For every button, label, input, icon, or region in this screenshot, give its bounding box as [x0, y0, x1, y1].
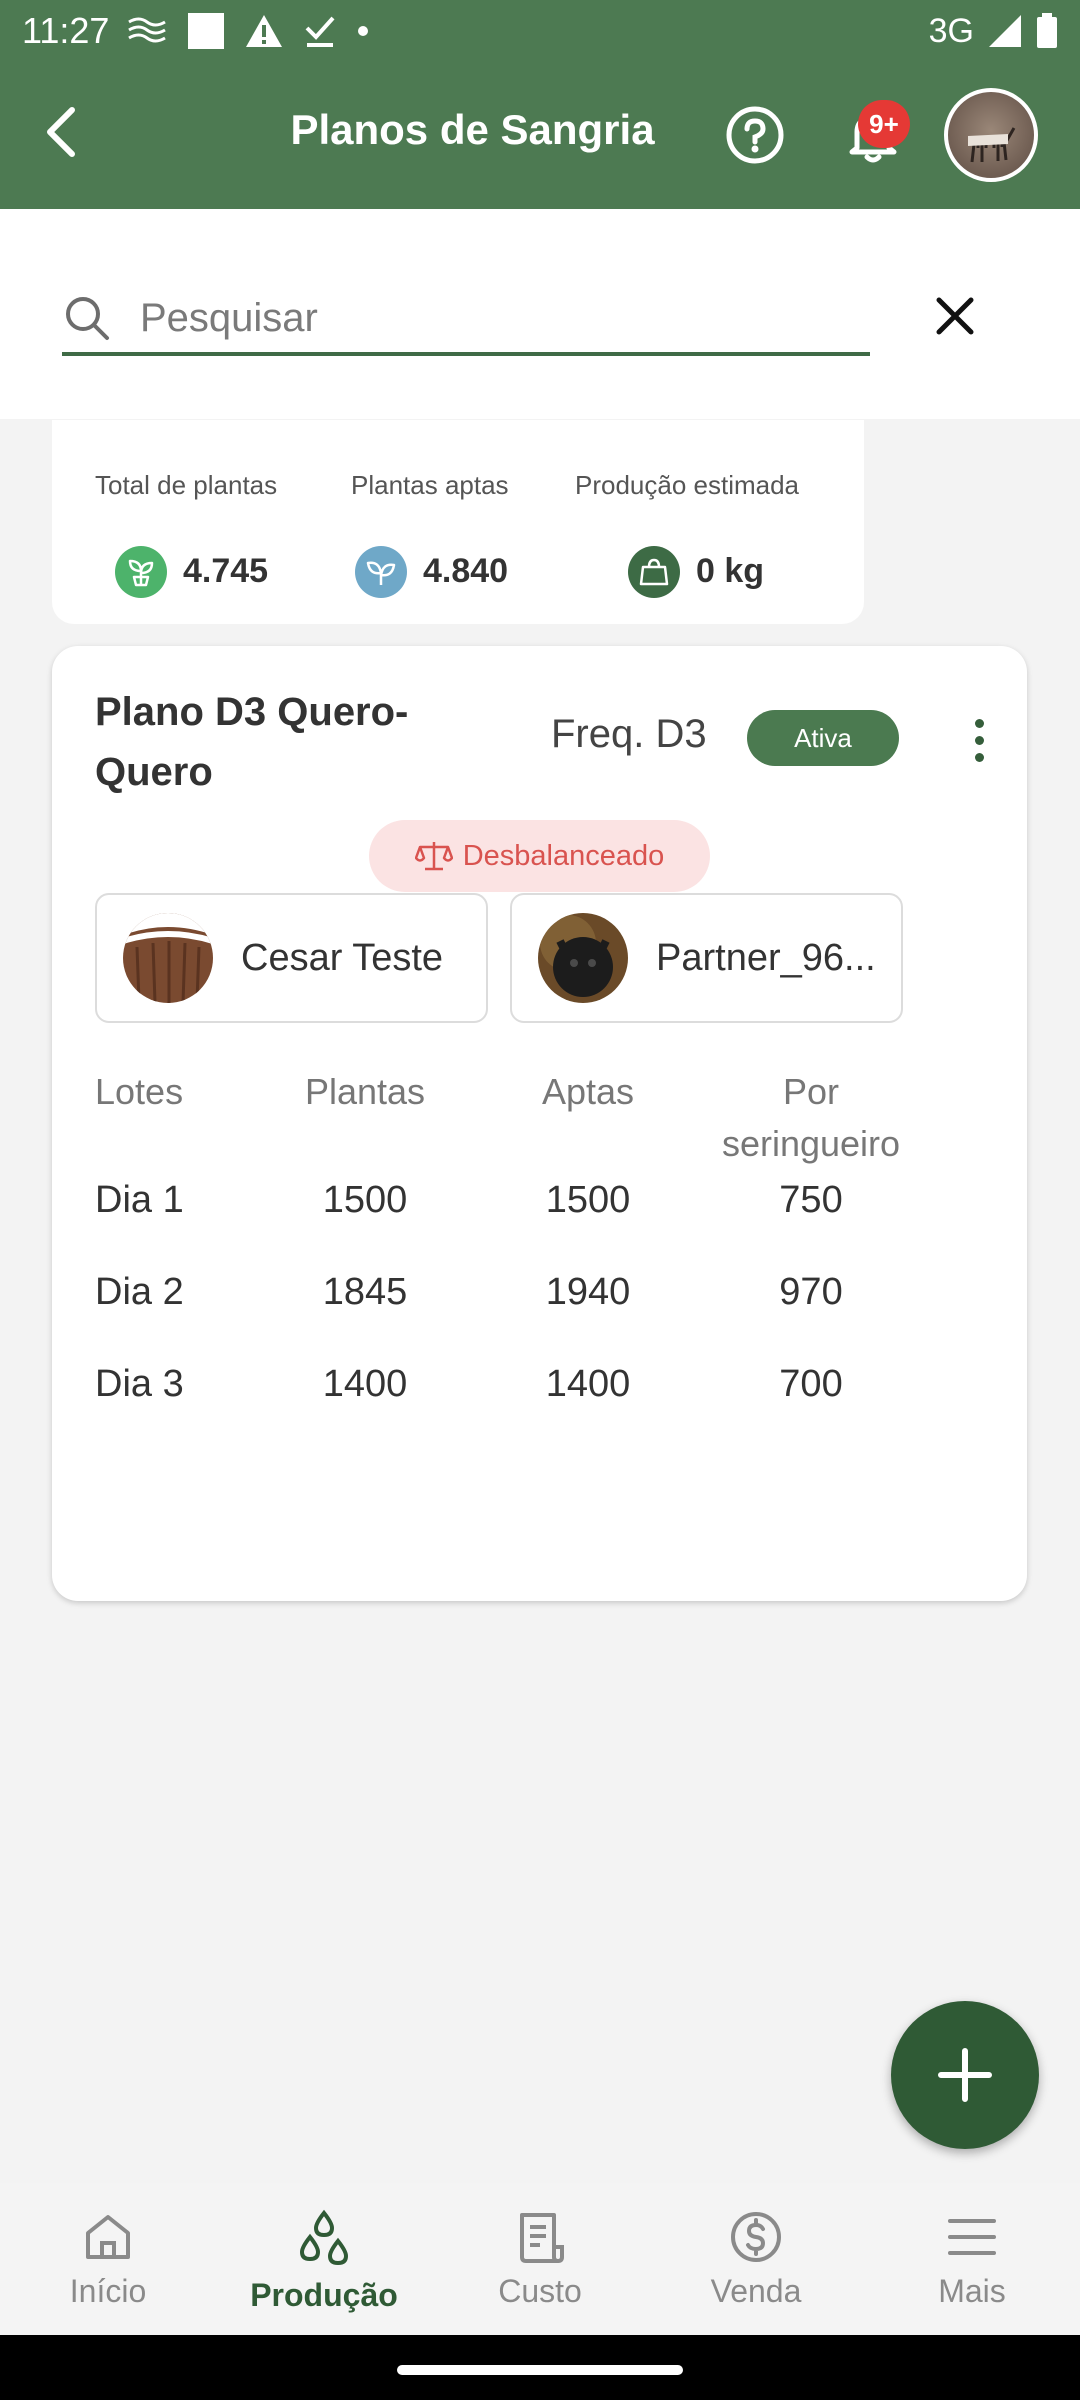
sprout-icon	[115, 546, 167, 598]
nav-label: Venda	[710, 2273, 802, 2309]
help-circle-icon	[726, 106, 784, 164]
stat-label: Produção estimada	[575, 470, 800, 500]
nav-item-producao[interactable]: Produção	[216, 2183, 432, 2335]
cell-signal-icon	[989, 15, 1021, 47]
bottom-navigation: Início Produção Custo Venda Mais	[0, 2183, 1080, 2335]
plus-icon	[938, 2048, 992, 2102]
nav-label: Início	[69, 2273, 147, 2309]
more-options-button[interactable]	[954, 708, 1004, 772]
table-header-row: Lotes Plantas Aptas Por seringueiro	[95, 1066, 995, 1174]
table-cell: 1400	[545, 1363, 631, 1405]
system-navigation-bar	[0, 2335, 1080, 2400]
table-cell: 970	[779, 1271, 843, 1313]
plan-name: Plano D3 Quero-Quero	[95, 690, 409, 794]
nav-item-mais[interactable]: Mais	[864, 2183, 1080, 2335]
table-row: Dia 3 1400 1400 700	[95, 1358, 995, 1450]
plan-card[interactable]: Plano D3 Quero-Quero Freq. D3 Ativa Desb…	[52, 646, 1027, 1601]
weight-bag-icon	[628, 546, 680, 598]
stat-label: Total de plantas	[95, 470, 278, 500]
home-icon	[86, 2215, 130, 2259]
table-row: Dia 1 1500 1500 750	[95, 1174, 995, 1266]
table-cell: 750	[779, 1179, 843, 1221]
status-bar: 11:27 3G	[0, 0, 1080, 62]
zebra-avatar-image	[968, 127, 1016, 163]
app-bar: Planos de Sangria 9+	[0, 62, 1080, 209]
stat-value: 4.745	[183, 552, 269, 590]
search-input[interactable]	[140, 295, 820, 341]
tapper-avatar	[123, 913, 213, 1003]
warning-icon	[246, 15, 283, 47]
table-cell: 1400	[322, 1363, 408, 1405]
add-plan-button[interactable]	[891, 2001, 1039, 2149]
search-icon	[66, 297, 109, 340]
table-cell: 1500	[322, 1179, 408, 1221]
stat-value: 4.840	[423, 552, 509, 590]
table-cell: 1940	[545, 1271, 631, 1313]
balance-status-label: Desbalanceado	[462, 839, 665, 872]
stat-label: Plantas aptas	[351, 470, 509, 500]
more-vert-icon-dot	[974, 718, 984, 728]
page-title: Planos de Sangria	[290, 106, 655, 153]
tapper-chip[interactable]: Cesar Teste	[95, 893, 488, 1023]
lots-table: Lotes Plantas Aptas Por seringueiro Dia …	[95, 1066, 995, 1450]
table-cell: 700	[779, 1363, 843, 1405]
table-header: Por seringueiro	[721, 1071, 901, 1164]
summary-card: Total de plantas 4.745 Plantas aptas 4.8…	[52, 420, 864, 624]
check-download-icon	[306, 16, 335, 47]
home-gesture-handle[interactable]	[397, 2365, 683, 2375]
plan-frequency: Freq. D3	[551, 712, 707, 756]
notification-badge: 9+	[858, 100, 910, 148]
tapper-chip[interactable]: Partner_96...	[510, 893, 903, 1023]
scale-icon	[414, 842, 453, 871]
nav-item-inicio[interactable]: Início	[0, 2183, 216, 2335]
receipt-icon	[520, 2213, 564, 2263]
search-area	[0, 209, 1080, 419]
network-type: 3G	[928, 11, 974, 50]
tapper-name: Partner_96...	[656, 936, 876, 979]
dot-icon	[358, 26, 369, 36]
status-badge: Ativa	[747, 710, 899, 766]
table-header: Aptas	[541, 1071, 635, 1112]
stat-value: 0 kg	[696, 552, 765, 590]
clear-search-button[interactable]	[930, 291, 980, 341]
square-icon	[188, 13, 225, 49]
leaf-icon	[355, 546, 407, 598]
nav-label: Custo	[498, 2273, 582, 2309]
nav-item-custo[interactable]: Custo	[432, 2183, 648, 2335]
table-cell: 1845	[322, 1271, 408, 1313]
status-time: 11:27	[22, 10, 110, 51]
signal-waves-icon	[128, 17, 167, 43]
search-field[interactable]	[62, 284, 870, 356]
table-cell: 1500	[545, 1179, 631, 1221]
tapper-name: Cesar Teste	[241, 936, 444, 979]
drops-icon	[299, 2209, 349, 2266]
menu-icon	[948, 2219, 996, 2255]
table-row: Dia 2 1845 1940 970	[95, 1266, 995, 1358]
app-header: 11:27 3G Planos de Sangria 9+	[0, 0, 1080, 209]
help-button[interactable]	[724, 104, 786, 166]
nav-label: Produção	[250, 2277, 398, 2313]
tapper-avatar	[538, 913, 628, 1003]
table-header: Plantas	[304, 1071, 426, 1112]
dollar-icon	[731, 2212, 781, 2262]
user-avatar[interactable]	[944, 88, 1038, 182]
battery-icon	[1037, 13, 1057, 48]
balance-status-badge: Desbalanceado	[369, 820, 710, 892]
nav-item-venda[interactable]: Venda	[648, 2183, 864, 2335]
close-icon	[936, 297, 974, 335]
nav-label: Mais	[938, 2273, 1006, 2309]
